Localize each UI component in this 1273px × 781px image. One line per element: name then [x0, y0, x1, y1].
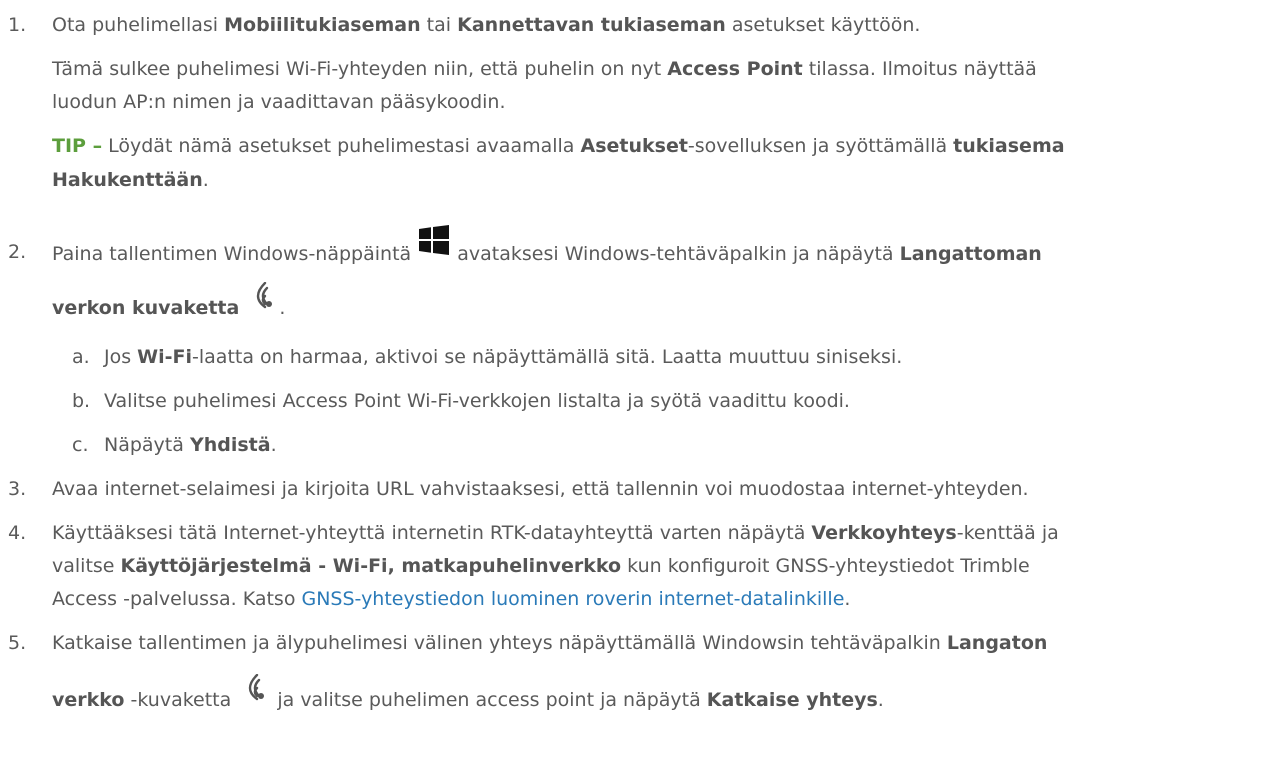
- text: Käyttääksesi tätä Internet-yhteyttä inte…: [52, 522, 812, 544]
- text: ja valitse puhelimen access point ja näp…: [271, 689, 707, 711]
- text: .: [844, 588, 851, 610]
- bold-term: Access Point: [667, 58, 803, 80]
- windows-logo-icon: [419, 225, 450, 255]
- step-2c-text: Näpäytä Yhdistä.: [104, 429, 277, 462]
- text: -kenttää ja: [956, 522, 1059, 544]
- step-2b-text: Valitse puhelimesi Access Point Wi-Fi-ve…: [104, 390, 850, 412]
- step-2a-text: Jos Wi-Fi-laatta on harmaa, aktivoi se n…: [104, 341, 902, 374]
- text: -kuvaketta: [124, 689, 238, 711]
- text: asetukset käyttöön.: [725, 14, 921, 36]
- text: .: [279, 297, 286, 319]
- text: valitse: [52, 555, 121, 577]
- step-1-paragraph: Tämä sulkee puhelimesi Wi-Fi-yhteyden ni…: [52, 53, 1037, 86]
- tip-line: TIP – Löydät nämä asetukset puhelimestas…: [52, 130, 1065, 163]
- step-3-text: Avaa internet-selaimesi ja kirjoita URL …: [52, 478, 1029, 500]
- bold-term: Asetukset: [580, 135, 688, 157]
- text: -sovelluksen ja syöttämällä: [687, 135, 954, 157]
- text: -laatta on harmaa, aktivoi se näpäyttämä…: [192, 346, 903, 368]
- text: Löydät nämä asetukset puhelimestasi avaa…: [102, 135, 581, 157]
- bold-term: Verkkoyhteys: [811, 522, 957, 544]
- step-2b-letter: b.: [72, 390, 91, 412]
- bold-term: Wi-Fi: [137, 346, 193, 368]
- gnss-connection-link[interactable]: GNSS-yhteystiedon luominen roverin inter…: [301, 588, 844, 610]
- step-4-text-cont-2: Access -palvelussa. Katso GNSS-yhteystie…: [52, 583, 850, 616]
- text: avataksesi Windows-tehtäväpalkin ja näpä…: [451, 243, 900, 265]
- text: .: [877, 689, 884, 711]
- text: Jos: [104, 346, 138, 368]
- bold-term: Käyttöjärjestelmä - Wi-Fi, matkapuhelinv…: [120, 555, 622, 577]
- text: tilassa. Ilmoitus näyttää: [802, 58, 1037, 80]
- bold-term: Mobiilitukiaseman: [224, 14, 421, 36]
- bold-term: Yhdistä: [189, 434, 271, 456]
- bold-term: Kannettavan tukiaseman: [457, 14, 726, 36]
- tip-label: TIP –: [52, 135, 103, 157]
- step-3-number: 3.: [8, 478, 27, 500]
- text: Tämä sulkee puhelimesi Wi-Fi-yhteyden ni…: [52, 58, 668, 80]
- bold-term: Hakukenttään: [52, 169, 203, 191]
- bold-term: tukiasema: [953, 135, 1065, 157]
- step-4-number: 4.: [8, 522, 27, 544]
- step-4-text: Käyttääksesi tätä Internet-yhteyttä inte…: [52, 517, 1059, 550]
- step-2-text: Paina tallentimen Windows-näppäintä avat…: [52, 225, 1042, 271]
- text: Katkaise tallentimen ja älypuhelimesi vä…: [52, 632, 947, 654]
- bold-term: Langaton: [946, 632, 1048, 654]
- wireless-network-icon: [247, 281, 277, 310]
- tip-line-cont: Hakukenttään.: [52, 164, 209, 197]
- step-2-number: 2.: [8, 241, 27, 263]
- bold-term: verkon kuvaketta: [52, 297, 240, 319]
- text: .: [202, 169, 209, 191]
- text: Näpäytä: [104, 434, 190, 456]
- step-5-text: Katkaise tallentimen ja älypuhelimesi vä…: [52, 627, 1047, 660]
- step-2-text-cont: verkon kuvaketta .: [52, 281, 286, 325]
- step-2c-letter: c.: [72, 434, 89, 456]
- text: Access -palvelussa. Katso: [52, 588, 302, 610]
- text: kun konfiguroit GNSS-yhteystiedot Trimbl…: [621, 555, 1030, 577]
- text: Ota puhelimellasi: [52, 14, 225, 36]
- step-5-text-cont: verkko -kuvaketta ja valitse puhelimen a…: [52, 673, 884, 717]
- bold-term: verkko: [52, 689, 125, 711]
- bold-term: Katkaise yhteys: [706, 689, 878, 711]
- bold-term: Langattoman: [899, 243, 1042, 265]
- step-1-text: Ota puhelimellasi Mobiilitukiaseman tai …: [52, 9, 920, 42]
- text: tai: [420, 14, 458, 36]
- text: Paina tallentimen Windows-näppäintä: [52, 243, 418, 265]
- wireless-network-icon: [239, 673, 269, 702]
- step-5-number: 5.: [8, 632, 27, 654]
- step-2a-letter: a.: [72, 346, 90, 368]
- step-4-text-cont: valitse Käyttöjärjestelmä - Wi-Fi, matka…: [52, 550, 1030, 583]
- step-1-paragraph-cont: luodun AP:n nimen ja vaadittavan pääsyko…: [52, 91, 506, 113]
- text: .: [270, 434, 277, 456]
- step-1-number: 1.: [8, 14, 27, 36]
